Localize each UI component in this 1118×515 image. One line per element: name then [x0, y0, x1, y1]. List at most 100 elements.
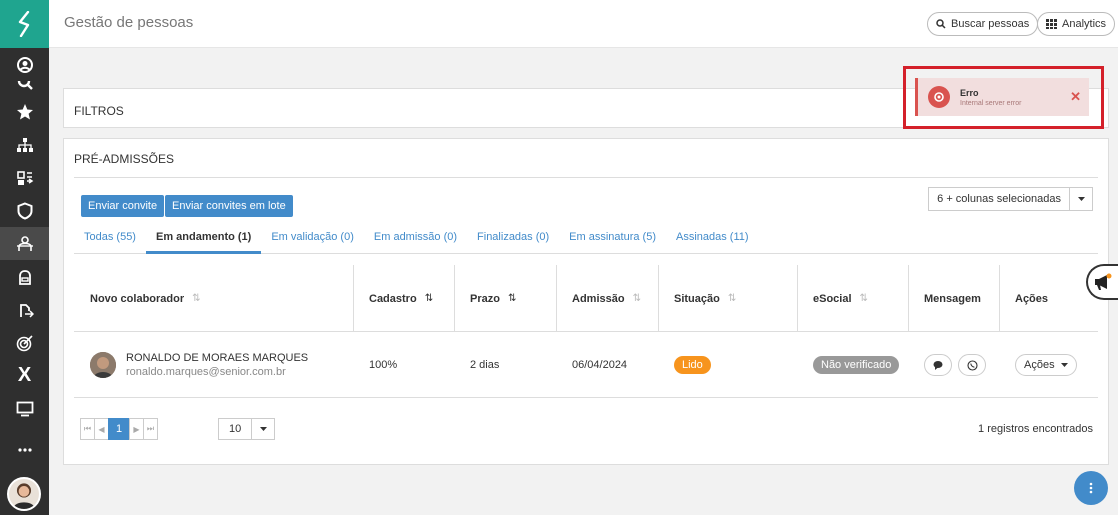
- send-bulk-invites-button[interactable]: Enviar convites em lote: [165, 195, 293, 217]
- caret-down-icon: [1060, 363, 1068, 367]
- prev-page-button[interactable]: ◀: [94, 418, 109, 440]
- pagination: ⏮ ◀ 1 ▶ ⏭: [80, 418, 158, 440]
- col-prazo[interactable]: Prazo ⇅: [454, 265, 516, 332]
- col-admissao[interactable]: Admissão ⇅: [556, 265, 641, 332]
- search-icon: [936, 19, 946, 29]
- pre-admissions-panel: PRÉ-ADMISSÕES Enviar convite Enviar conv…: [63, 138, 1109, 465]
- sidebar: X: [0, 0, 49, 515]
- page-size-select[interactable]: 10: [218, 418, 276, 440]
- caret-down-icon: [1070, 197, 1092, 201]
- org-chart-icon[interactable]: [0, 128, 49, 161]
- search-people-button[interactable]: Buscar pessoas: [927, 12, 1039, 36]
- x-icon[interactable]: X: [0, 359, 49, 392]
- col-header-label: Mensagem: [924, 292, 981, 305]
- col-cadastro[interactable]: Cadastro ⇅: [353, 265, 433, 332]
- sort-icon: ⇅: [859, 293, 868, 304]
- columns-select[interactable]: 6 + colunas selecionadas: [928, 187, 1093, 211]
- page-title: Gestão de pessoas: [64, 14, 194, 31]
- tab-em-andamento[interactable]: Em andamento (1): [145, 227, 262, 254]
- page-button-current[interactable]: 1: [108, 418, 130, 440]
- error-toast: Erro Internal server error ✕: [915, 78, 1089, 116]
- backpack-icon[interactable]: [0, 260, 49, 293]
- cell-situacao: Lido: [658, 332, 711, 398]
- error-icon: [928, 86, 950, 108]
- whatsapp-button[interactable]: [958, 354, 986, 376]
- tab-em-assinatura[interactable]: Em assinatura (5): [559, 227, 666, 254]
- col-esocial[interactable]: eSocial ⇅: [797, 265, 868, 332]
- tab-todas[interactable]: Todas (55): [74, 227, 146, 254]
- status-badge: Lido: [674, 356, 711, 374]
- records-count: 1 registros encontrados: [978, 423, 1093, 435]
- more-vertical-icon[interactable]: [1074, 471, 1108, 505]
- last-page-button[interactable]: ⏭: [143, 418, 158, 440]
- top-header: Gestão de pessoas Buscar pessoas Analyti…: [49, 0, 1118, 48]
- col-header-label: Situação: [674, 292, 720, 305]
- send-invite-button[interactable]: Enviar convite: [81, 195, 165, 217]
- search-people-label: Buscar pessoas: [951, 18, 1030, 30]
- sort-icon: ⇅: [727, 293, 737, 304]
- caret-down-icon: [252, 427, 274, 431]
- person-email: ronaldo.marques@senior.com.br: [126, 366, 286, 378]
- actions-label: Ações: [1024, 359, 1055, 371]
- tab-em-admissao[interactable]: Em admissão (0): [364, 227, 467, 254]
- cell-esocial: Não verificado: [797, 332, 900, 398]
- col-header-label: Prazo: [470, 292, 500, 305]
- shield-icon[interactable]: [0, 194, 49, 227]
- next-page-button[interactable]: ▶: [129, 418, 144, 440]
- cell-acoes: Ações: [999, 332, 1077, 398]
- megaphone-icon[interactable]: [1086, 264, 1118, 300]
- search-icon[interactable]: [0, 81, 49, 95]
- tab-finalizadas[interactable]: Finalizadas (0): [467, 227, 559, 254]
- cell-admissao: 06/04/2024: [572, 359, 628, 371]
- cell-cadastro: 100%: [369, 359, 398, 371]
- cell-prazo: 2 dias: [470, 359, 500, 371]
- col-header-label: Novo colaborador: [90, 292, 185, 305]
- sort-icon: ⇅: [192, 293, 201, 304]
- actions-dropdown-button[interactable]: Ações: [1015, 354, 1077, 376]
- analytics-button[interactable]: Analytics: [1037, 12, 1116, 36]
- col-novo-colaborador[interactable]: Novo colaborador ⇅: [74, 265, 201, 332]
- filters-title: FILTROS: [74, 104, 124, 118]
- pre-admissions-table: Novo colaborador ⇅ Cadastro ⇅ Prazo ⇅ Admis…: [74, 265, 1098, 398]
- col-header-label: Ações: [1015, 292, 1049, 305]
- close-icon[interactable]: ✕: [1070, 89, 1081, 105]
- sort-icon: ⇅: [632, 293, 641, 304]
- divider: [74, 177, 1098, 178]
- person-name: RONALDO DE MORAES MARQUES: [126, 352, 309, 364]
- col-header-label: Cadastro: [369, 292, 417, 305]
- team-transfer-icon[interactable]: [0, 161, 49, 194]
- whatsapp-icon: [966, 359, 978, 371]
- col-situacao[interactable]: Situação ⇅: [658, 265, 736, 332]
- senior-logo-icon[interactable]: [0, 0, 49, 48]
- col-header-label: eSocial: [813, 292, 852, 305]
- grid-icon: [1046, 19, 1057, 29]
- more-icon[interactable]: [0, 433, 49, 466]
- user-exit-icon[interactable]: [0, 293, 49, 326]
- chat-button[interactable]: [924, 354, 952, 376]
- target-icon[interactable]: [0, 326, 49, 359]
- page-size-value: 10: [219, 419, 253, 439]
- pre-admissions-title: PRÉ-ADMISSÕES: [74, 152, 175, 166]
- col-header-label: Admissão: [572, 292, 625, 305]
- toast-title: Erro: [960, 87, 979, 98]
- sort-asc-icon: ⇅: [507, 293, 517, 304]
- user-admission-icon[interactable]: [0, 227, 49, 260]
- monitor-icon[interactable]: [0, 392, 49, 425]
- analytics-label: Analytics: [1062, 18, 1107, 30]
- table-header: Novo colaborador ⇅ Cadastro ⇅ Prazo ⇅ Admis…: [74, 265, 1098, 332]
- tab-em-validacao[interactable]: Em validação (0): [261, 227, 364, 254]
- tab-assinadas[interactable]: Assinadas (11): [666, 227, 759, 254]
- user-circle-icon[interactable]: [0, 48, 49, 81]
- toast-message: Internal server error: [960, 99, 1022, 107]
- esocial-badge: Não verificado: [813, 356, 900, 374]
- first-page-button[interactable]: ⏮: [80, 418, 95, 440]
- star-icon[interactable]: [0, 95, 49, 128]
- cell-colaborador: RONALDO DE MORAES MARQUES ronaldo.marque…: [74, 332, 308, 398]
- columns-select-label: 6 + colunas selecionadas: [929, 188, 1070, 210]
- user-avatar[interactable]: [7, 477, 41, 511]
- status-tabs: Todas (55) Em andamento (1) Em validação…: [74, 227, 1098, 254]
- person-avatar: [90, 352, 116, 378]
- col-acoes: Ações: [999, 265, 1048, 332]
- table-row: RONALDO DE MORAES MARQUES ronaldo.marque…: [74, 332, 1098, 398]
- cell-mensagem: [908, 332, 992, 398]
